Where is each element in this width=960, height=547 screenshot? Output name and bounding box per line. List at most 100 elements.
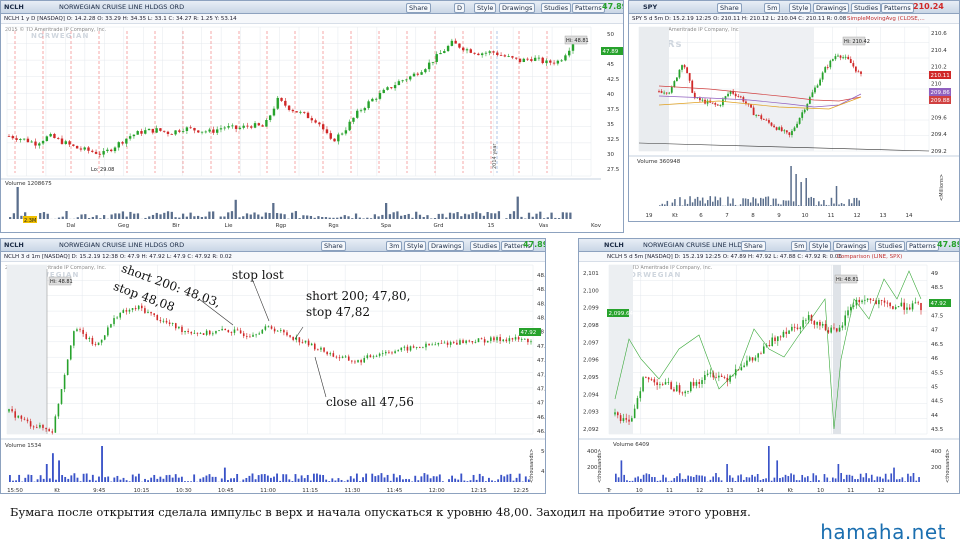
volume-bar	[879, 476, 881, 482]
volume-bar	[691, 202, 694, 206]
volume-bar	[36, 479, 39, 482]
volume-bar	[245, 213, 249, 219]
candle	[91, 150, 94, 152]
candle	[125, 310, 128, 312]
y-tick-label: 209.2	[931, 149, 947, 155]
volume-bar	[121, 211, 125, 219]
volume-bar	[76, 477, 79, 482]
volume-bar	[103, 215, 106, 219]
volume-bar	[653, 477, 656, 482]
volume-bar	[855, 197, 858, 206]
candle	[82, 329, 84, 334]
candle	[45, 427, 47, 430]
volume-bar	[767, 196, 770, 206]
candle	[153, 313, 155, 316]
candle	[205, 330, 208, 335]
volume-bar	[798, 480, 801, 482]
candle	[780, 127, 783, 132]
candle	[403, 346, 406, 348]
volume-bar	[775, 198, 777, 206]
volume-bar	[674, 199, 676, 206]
candle	[443, 51, 446, 54]
volume-bar	[695, 474, 698, 482]
low-label: Lo: 29.08	[91, 167, 114, 173]
volume-bar	[263, 474, 266, 482]
volume-bar	[374, 476, 377, 482]
candle	[719, 105, 722, 106]
y-tick-label: 2,098	[583, 323, 599, 329]
candle	[520, 339, 523, 340]
candle	[660, 91, 663, 93]
candle	[196, 332, 199, 334]
candle	[483, 339, 486, 343]
price-chart-4[interactable]: 2,101 2,100 2,099 2,098 2,097 2,096 2,095 2,094…	[579, 239, 960, 494]
volume-bar	[260, 474, 263, 482]
volume-bar	[331, 478, 334, 482]
candle	[739, 96, 742, 98]
candle	[486, 340, 489, 343]
candle	[320, 347, 322, 350]
x-tick-label: Spa	[381, 223, 391, 229]
volume-bar	[840, 203, 843, 206]
y-tick-label: 2,093	[583, 410, 599, 416]
volume-bar	[751, 474, 753, 482]
candle	[397, 350, 399, 352]
volume-bar	[15, 480, 17, 482]
candle	[715, 377, 717, 379]
volume-bar	[294, 474, 297, 482]
volume-bar	[190, 481, 193, 482]
candle	[824, 67, 827, 73]
candle	[667, 382, 670, 383]
candle	[821, 324, 824, 326]
candle	[15, 138, 18, 140]
candle	[333, 138, 336, 142]
candle	[431, 344, 433, 346]
brand-logo[interactable]: hamaha.net	[820, 520, 946, 544]
volume-bar	[684, 199, 686, 206]
volume-bar	[734, 204, 737, 206]
volume-bar	[242, 216, 245, 219]
volume-bar	[651, 476, 653, 482]
volume-bar	[254, 479, 257, 482]
candle	[231, 125, 234, 127]
candle	[746, 360, 748, 366]
candle	[688, 73, 691, 81]
candle	[38, 143, 41, 146]
candle	[858, 299, 861, 303]
volume-bar	[715, 473, 717, 482]
volume-bar	[322, 475, 325, 482]
volume-bar	[768, 446, 770, 482]
candle	[701, 99, 704, 101]
candle	[29, 421, 32, 427]
volume-bar	[358, 217, 361, 219]
y-tick-label: 47.6	[537, 358, 546, 364]
candle	[381, 353, 384, 355]
candle	[886, 302, 889, 304]
candle	[768, 345, 771, 346]
x-tick-label: 19	[646, 213, 653, 219]
volume-bar	[193, 474, 196, 482]
volume-bar	[662, 474, 664, 482]
volume-bar	[380, 473, 383, 482]
candle	[369, 355, 372, 358]
volume-bar	[448, 212, 452, 219]
candle	[852, 305, 855, 307]
candle	[385, 351, 387, 354]
candle	[757, 114, 760, 116]
candle	[287, 105, 291, 110]
volume-bar	[782, 200, 785, 206]
y-tick-label: 49	[931, 271, 938, 277]
volume-bar	[535, 213, 538, 219]
candle	[446, 342, 449, 345]
volume-bar	[823, 200, 825, 206]
candle	[212, 129, 215, 133]
price-chart-1[interactable]: 5047.54542.54037.53532.53027.5DalGegBirL…	[1, 1, 624, 233]
volume-bar	[542, 218, 546, 219]
volume-bar	[762, 479, 765, 482]
volume-bar	[208, 211, 211, 219]
candle	[113, 147, 117, 152]
price-chart-2[interactable]: 210.6210.4210.2210209.8209.6209.4209.221…	[629, 1, 960, 222]
candle	[144, 308, 146, 313]
x-tick-label: 9	[777, 213, 781, 219]
volume-bar	[843, 479, 845, 482]
